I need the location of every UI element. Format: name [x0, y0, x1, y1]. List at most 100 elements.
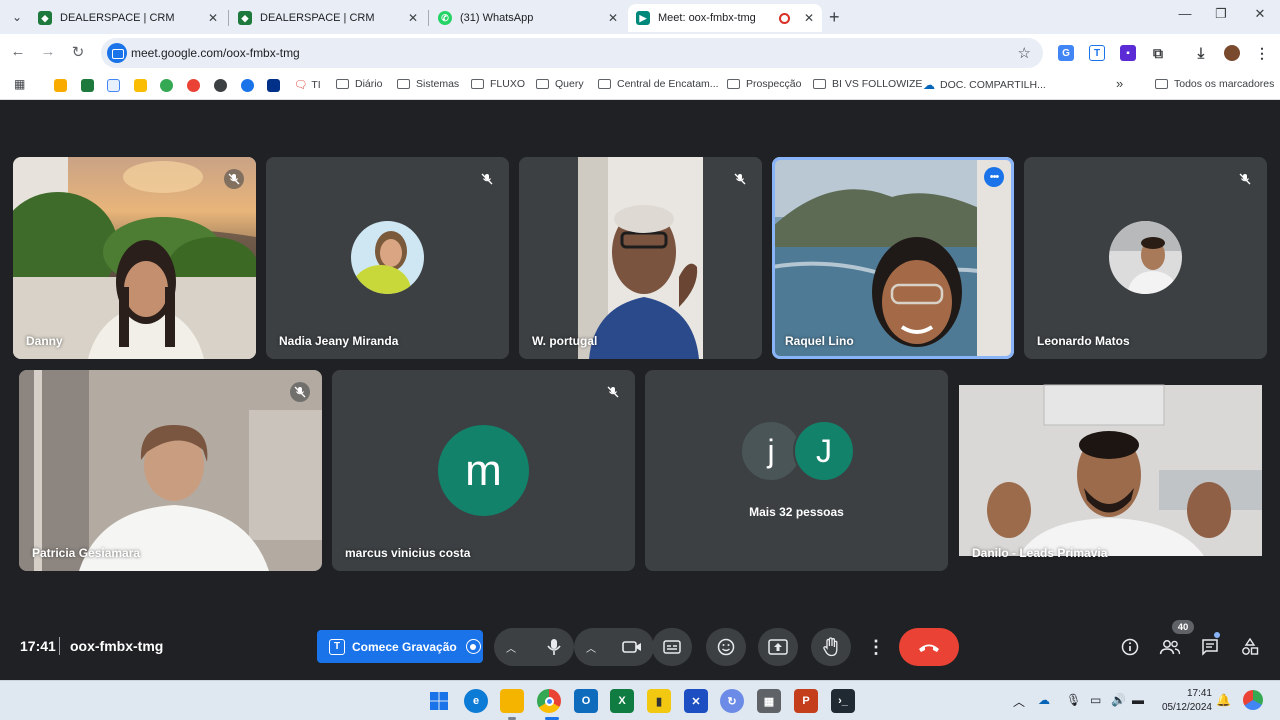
more-options-icon[interactable]: •••: [984, 167, 1004, 187]
tab-dealerspace-2[interactable]: ◆ DEALERSPACE | CRM ✕: [230, 4, 426, 32]
tab-search-button[interactable]: ⌄: [6, 6, 28, 28]
app-blue-icon[interactable]: ↻: [720, 689, 744, 713]
activities-button[interactable]: [1239, 636, 1261, 658]
bookmark-query[interactable]: Query: [536, 78, 584, 90]
notifications-bell-icon[interactable]: 🔔: [1216, 693, 1231, 707]
system-clock[interactable]: 17:41 05/12/2024: [1158, 687, 1212, 715]
participant-tile-danny[interactable]: Danny: [13, 157, 256, 359]
monitor-icon[interactable]: ▭: [1090, 693, 1101, 707]
microphone-control[interactable]: ︿: [494, 628, 574, 666]
chevron-up-icon[interactable]: ︿: [506, 640, 516, 655]
bookmark-bi[interactable]: BI VS FOLLOWIZE: [813, 78, 922, 90]
extensions-puzzle-icon[interactable]: ⧉: [1150, 45, 1166, 61]
app-x-icon[interactable]: ✕: [684, 689, 708, 713]
bookmark-diario[interactable]: Diário: [336, 78, 382, 90]
reactions-button[interactable]: [706, 628, 746, 666]
excel-icon[interactable]: X: [610, 689, 634, 713]
start-recording-button[interactable]: T Comece Gravação: [317, 630, 483, 663]
people-button[interactable]: [1159, 636, 1181, 658]
video-feed: [13, 157, 256, 359]
site-info-icon[interactable]: [107, 43, 127, 63]
captions-button[interactable]: [652, 628, 692, 666]
chat-button[interactable]: [1199, 636, 1221, 658]
bookmarks-overflow-button[interactable]: »: [1116, 76, 1123, 91]
terminal-icon[interactable]: ›_: [831, 689, 855, 713]
minimize-button[interactable]: —: [1170, 6, 1200, 21]
browser-menu-icon[interactable]: ⋮: [1254, 45, 1270, 61]
participant-tile-marcus[interactable]: m marcus vinicius costa: [332, 370, 635, 571]
new-tab-button[interactable]: +: [829, 7, 840, 28]
windows-start-icon[interactable]: [427, 689, 451, 713]
battery-icon[interactable]: ▬: [1132, 693, 1144, 707]
bookmark-prospeccao[interactable]: Prospecção: [727, 78, 801, 90]
power-bi-icon[interactable]: ▮: [647, 689, 671, 713]
bookmark-yellow-icon[interactable]: [54, 79, 67, 92]
raise-hand-button[interactable]: [811, 628, 851, 666]
paypal-icon[interactable]: [267, 79, 280, 92]
outlook-icon[interactable]: O: [574, 689, 598, 713]
microphone-tray-icon[interactable]: 🎙: [1066, 693, 1081, 707]
back-button[interactable]: ←: [8, 43, 28, 60]
powerpoint-icon[interactable]: P: [794, 689, 818, 713]
all-bookmarks-folder[interactable]: Todos os marcadores: [1155, 78, 1274, 90]
restore-button[interactable]: ❐: [1206, 6, 1236, 22]
bookmark-chart-icon[interactable]: [134, 79, 147, 92]
edge-icon[interactable]: e: [464, 689, 488, 713]
close-icon[interactable]: ✕: [208, 11, 218, 25]
chrome-icon[interactable]: [537, 689, 561, 713]
bookmark-sistemas[interactable]: Sistemas: [397, 78, 459, 90]
address-bar[interactable]: meet.google.com/oox-fmbx-tmg ☆: [101, 38, 1043, 68]
dealerspace-icon[interactable]: [81, 79, 94, 92]
avatar: [1109, 221, 1182, 294]
tab-meet[interactable]: ▶ Meet: oox-fmbx-tmg ✕: [628, 4, 822, 32]
present-button[interactable]: [758, 628, 798, 666]
dealerspace-icon: ◆: [238, 11, 252, 25]
reload-button[interactable]: ↻: [68, 43, 88, 61]
bookmark-green-icon[interactable]: [160, 79, 173, 92]
video-feed: [19, 370, 322, 571]
t-extension-icon[interactable]: T: [1089, 45, 1105, 61]
camera-icon[interactable]: [622, 640, 642, 654]
close-icon[interactable]: ✕: [408, 11, 418, 25]
copilot-icon[interactable]: [1243, 690, 1263, 710]
others-tile[interactable]: j J Mais 32 pessoas: [645, 370, 948, 571]
onedrive-icon[interactable]: ☁: [1038, 693, 1050, 707]
tab-dealerspace-1[interactable]: ◆ DEALERSPACE | CRM ✕: [30, 4, 226, 32]
chevron-up-icon[interactable]: ︿: [1013, 693, 1025, 710]
bookmark-fluxo[interactable]: FLUXO: [471, 78, 525, 90]
participant-tile-leonardo[interactable]: Leonardo Matos: [1024, 157, 1267, 359]
purple-extension-icon[interactable]: ▪: [1120, 45, 1136, 61]
bookmark-ti[interactable]: 🗨 TI: [294, 78, 321, 92]
participant-tile-danilo[interactable]: Danilo - Leads Primavia: [959, 370, 1262, 571]
bookmark-star-icon[interactable]: ☆: [1018, 44, 1031, 62]
more-options-button[interactable]: ⋮: [857, 628, 895, 666]
forward-button[interactable]: →: [38, 43, 58, 60]
close-icon[interactable]: ✕: [804, 11, 814, 25]
participant-tile-raquel[interactable]: ••• Raquel Lino: [772, 157, 1014, 359]
participant-tile-wportugal[interactable]: W. portugal: [519, 157, 762, 359]
download-icon[interactable]: ⤓: [1193, 45, 1209, 62]
bookmark-color-icon[interactable]: [187, 79, 200, 92]
close-icon[interactable]: ✕: [608, 11, 618, 25]
bookmark-central[interactable]: Central de Encatam...: [598, 78, 719, 90]
bookmark-chat-icon[interactable]: [241, 79, 254, 92]
profile-avatar[interactable]: [1224, 45, 1240, 61]
bookmark-doc[interactable]: ☁ DOC. COMPARTILH...: [923, 78, 1046, 92]
calculator-icon[interactable]: ▦: [757, 689, 781, 713]
openai-icon[interactable]: [214, 79, 227, 92]
camera-control[interactable]: ︿: [574, 628, 654, 666]
meeting-details-button[interactable]: [1119, 636, 1141, 658]
translate-extension-icon[interactable]: G: [1058, 45, 1074, 61]
muted-mic-icon: [224, 169, 244, 189]
participant-tile-nadia[interactable]: Nadia Jeany Miranda: [266, 157, 509, 359]
participant-tile-patricia[interactable]: Patricia Gesiamara: [19, 370, 322, 571]
close-window-button[interactable]: ✕: [1245, 6, 1275, 22]
leave-call-button[interactable]: [899, 628, 959, 666]
speaker-icon[interactable]: 🔊: [1111, 693, 1126, 707]
file-explorer-icon[interactable]: [500, 689, 524, 713]
apps-grid-icon[interactable]: ▦: [14, 77, 27, 91]
microphone-icon[interactable]: [546, 638, 562, 656]
bookmark-blue-icon[interactable]: [107, 79, 120, 92]
tab-whatsapp[interactable]: ✆ (31) WhatsApp ✕: [430, 4, 626, 32]
chevron-up-icon[interactable]: ︿: [586, 640, 596, 655]
